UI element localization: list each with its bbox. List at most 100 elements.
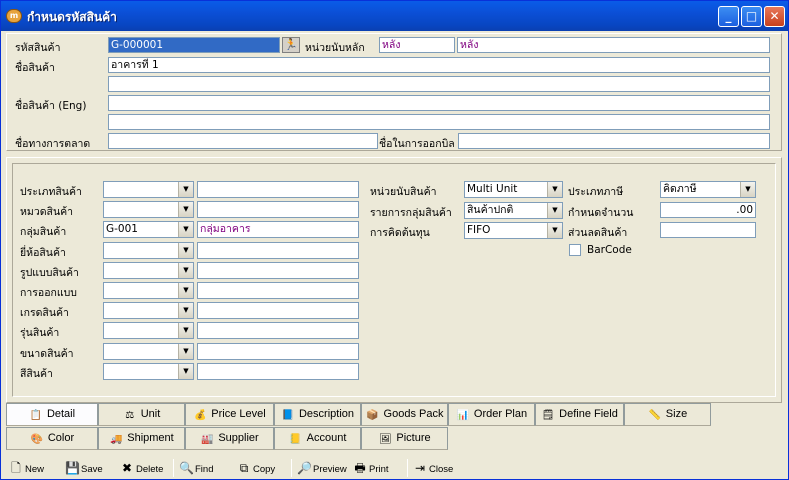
tab-supplier[interactable]: 🏭 Supplier <box>185 427 274 450</box>
tab-size[interactable]: 📏 Size <box>624 403 711 426</box>
name-input[interactable]: อาคารที่ 1 <box>108 57 770 73</box>
tab-account[interactable]: 📒 Account <box>274 427 361 450</box>
detail-name-field: กลุ่มอาคาร <box>197 221 359 239</box>
close-button[interactable]: ⇥ Close <box>413 459 453 477</box>
chevron-down-icon[interactable]: ▼ <box>178 262 193 278</box>
detail-code-select[interactable]: ▼ <box>103 201 194 219</box>
tab-detail[interactable]: 📋 Detail <box>6 403 98 426</box>
find-icon: 🔍 <box>179 461 194 475</box>
tab-label: Define Field <box>559 408 618 420</box>
chevron-down-icon[interactable]: ▼ <box>178 242 193 258</box>
tab-color[interactable]: 🎨 Color <box>6 427 98 450</box>
chevron-down-icon[interactable]: ▼ <box>178 182 193 197</box>
tab-shipment[interactable]: 🚚 Shipment <box>98 427 185 450</box>
name-eng-label: ชื่อสินค้า (Eng) <box>15 100 87 112</box>
detail-code-select[interactable]: G-001 ▼ <box>103 221 194 239</box>
detail-name-field <box>197 322 359 340</box>
detail-mid-select[interactable]: Multi Unit ▼ <box>464 181 563 198</box>
goods-pack-tab-icon: 📦 <box>366 410 379 421</box>
detail-label: กลุ่มสินค้า <box>20 226 67 239</box>
app-icon: m <box>6 9 22 23</box>
minimize-button[interactable]: _ <box>718 6 739 27</box>
detail-code-select[interactable]: ▼ <box>103 282 194 299</box>
find-button[interactable]: 🔍Find <box>179 459 213 477</box>
name-input-line2[interactable] <box>108 76 770 92</box>
chevron-down-icon[interactable]: ▼ <box>178 222 193 238</box>
maximize-button[interactable]: □ <box>741 6 762 27</box>
new-button[interactable]: 🗋 New <box>9 459 44 477</box>
main-unit-code-value: หลัง <box>382 39 401 51</box>
discount-label: ส่วนลดสินค้า <box>568 227 628 239</box>
detail-code-select[interactable]: ▼ <box>103 362 194 380</box>
tab-description[interactable]: 📘 Description <box>274 403 361 426</box>
save-button[interactable]: 💾Save <box>65 459 103 477</box>
detail-code-select[interactable]: ▼ <box>103 181 194 198</box>
quantity-input[interactable]: .00 <box>660 202 756 218</box>
detail-code-select[interactable]: ▼ <box>103 241 194 259</box>
chevron-down-icon[interactable]: ▼ <box>178 303 193 319</box>
chevron-down-icon[interactable]: ▼ <box>547 202 562 218</box>
code-value: G-000001 <box>111 39 164 51</box>
tab-goods-pack[interactable]: 📦 Goods Pack <box>361 403 448 426</box>
tab-price-level[interactable]: 💰 Price Level <box>185 403 274 426</box>
market-name-input[interactable] <box>108 133 378 149</box>
barcode-checkbox[interactable] <box>569 244 581 256</box>
close-icon: ✕ <box>769 9 780 23</box>
chevron-down-icon[interactable]: ▼ <box>740 182 755 197</box>
name-eng-input[interactable] <box>108 95 770 111</box>
toolbar-separator <box>407 459 408 477</box>
tab-picture[interactable]: 🖼 Picture <box>361 427 448 450</box>
detail-panel: ประเภทสินค้า ▼ หมวดสินค้า ▼ กลุ่มสินค้า G-001… <box>6 157 782 403</box>
size-tab-icon: 📏 <box>648 410 662 421</box>
delete-button[interactable]: ✖ Delete <box>120 459 164 477</box>
detail-code-select[interactable]: ▼ <box>103 302 194 320</box>
detail-name-value: กลุ่มอาคาร <box>200 223 251 236</box>
detail-mid-value: FIFO <box>467 224 491 236</box>
detail-code-select[interactable]: ▼ <box>103 342 194 360</box>
name-value: อาคารที่ 1 <box>111 59 159 71</box>
chevron-down-icon[interactable]: ▼ <box>178 283 193 298</box>
search-code-button[interactable]: 🏃 <box>282 37 300 53</box>
tab-unit[interactable]: ⚖ Unit <box>98 403 185 426</box>
tab-label: Goods Pack <box>383 408 444 420</box>
main-unit-label: หน่วยนับหลัก <box>305 42 365 54</box>
name-eng-input-line2[interactable] <box>108 114 770 130</box>
main-unit-name-field: หลัง <box>457 37 770 53</box>
print-button[interactable]: 🖶 Print <box>353 459 389 477</box>
preview-icon: 🔎 <box>297 461 312 475</box>
bottom-toolbar: 🗋 New 💾Save ✖ Delete 🔍Find ⧉ Copy 🔎Preview 🖶 Print… <box>1 457 788 479</box>
toolbar-label: Print <box>369 464 389 475</box>
chevron-down-icon[interactable]: ▼ <box>178 323 193 339</box>
tab-order-plan[interactable]: 📊 Order Plan <box>448 403 535 426</box>
detail-mid-select[interactable]: สินค้าปกติ ▼ <box>464 201 563 219</box>
discount-input[interactable] <box>660 222 756 238</box>
tab-label: Shipment <box>127 432 174 444</box>
save-icon: 💾 <box>65 461 80 475</box>
title-bar[interactable]: m กำหนดรหัสสินค้า _ □ ✕ <box>1 1 788 31</box>
detail-code-select[interactable]: ▼ <box>103 261 194 279</box>
detail-mid-value: Multi Unit <box>467 183 518 195</box>
detail-name-field <box>197 261 359 279</box>
tax-type-select[interactable]: คิดภาษี ▼ <box>660 181 756 198</box>
close-button[interactable]: ✕ <box>764 6 785 27</box>
chevron-down-icon[interactable]: ▼ <box>178 202 193 218</box>
chevron-down-icon[interactable]: ▼ <box>547 182 562 197</box>
detail-code-select[interactable]: ▼ <box>103 322 194 340</box>
chevron-down-icon[interactable]: ▼ <box>178 363 193 379</box>
chevron-down-icon[interactable]: ▼ <box>547 223 562 238</box>
preview-button[interactable]: 🔎Preview <box>297 459 347 477</box>
window-title: กำหนดรหัสสินค้า <box>27 10 117 24</box>
maximize-icon: □ <box>745 9 758 23</box>
runner-icon: 🏃 <box>284 38 298 51</box>
code-input[interactable]: G-000001 <box>108 37 280 53</box>
chevron-down-icon[interactable]: ▼ <box>178 343 193 359</box>
detail-label: ขนาดสินค้า <box>20 347 74 360</box>
main-unit-code-input[interactable]: หลัง <box>379 37 455 53</box>
copy-button[interactable]: ⧉ Copy <box>237 459 275 477</box>
price-level-tab-icon: 💰 <box>194 410 207 421</box>
bill-name-input[interactable] <box>458 133 770 149</box>
detail-mid-select[interactable]: FIFO ▼ <box>464 222 563 239</box>
tab-label: Description <box>298 408 355 420</box>
tab-define-field[interactable]: 🗒 Define Field <box>535 403 624 426</box>
description-tab-icon: 📘 <box>281 410 295 421</box>
